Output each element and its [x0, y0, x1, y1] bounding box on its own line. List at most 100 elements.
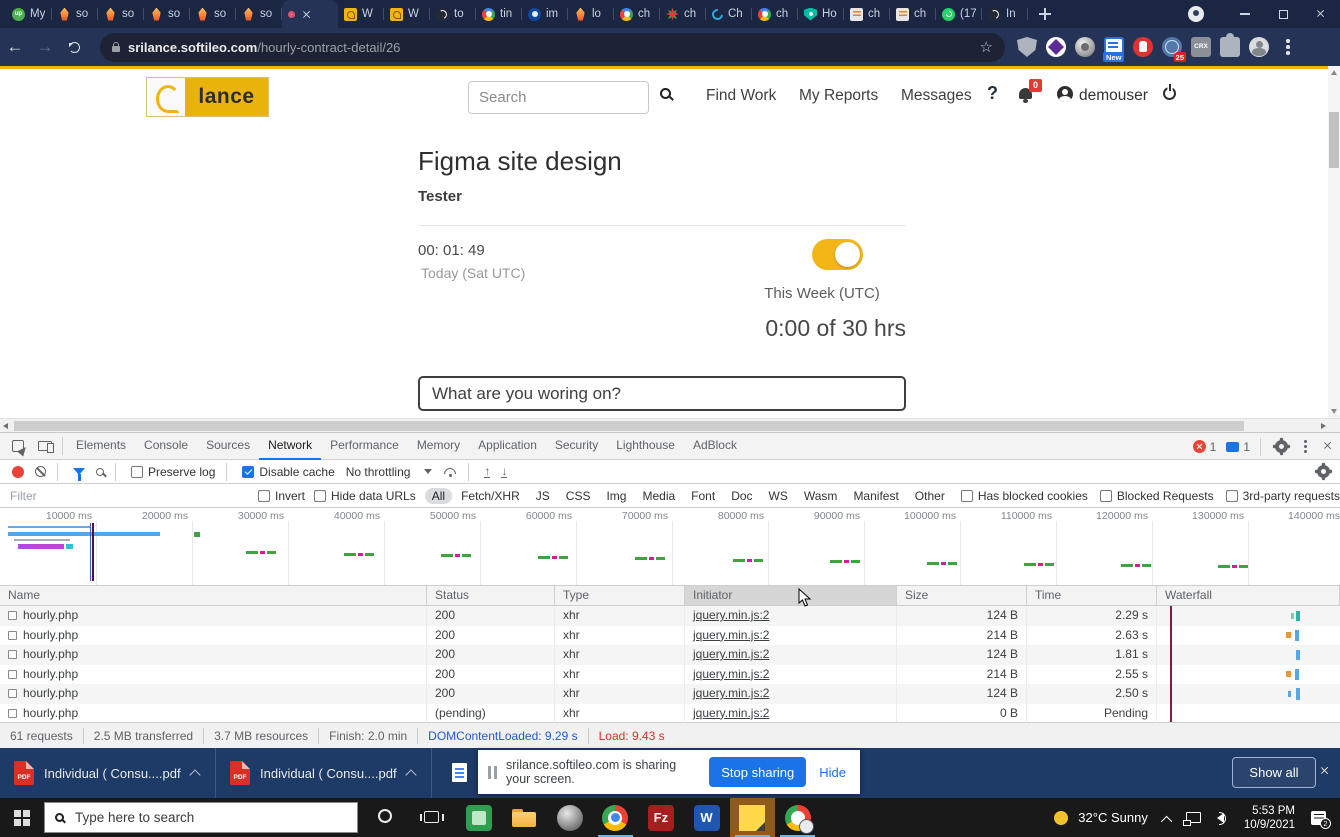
- column-header-time[interactable]: Time: [1027, 586, 1157, 605]
- address-bar[interactable]: srilance.softileo.com/hourly-contract-de…: [100, 33, 1005, 62]
- initiator-link[interactable]: jquery.min.js:2: [693, 606, 769, 625]
- clear-button[interactable]: [35, 466, 46, 477]
- stop-sharing-button[interactable]: Stop sharing: [709, 757, 806, 787]
- purple-orb-extension-icon[interactable]: [1046, 37, 1066, 57]
- column-header-status[interactable]: Status: [427, 586, 555, 605]
- preserve-log-label[interactable]: Preserve log: [148, 465, 215, 479]
- weather-text[interactable]: 32°C Sunny: [1078, 810, 1148, 825]
- filter-chip-media[interactable]: Media: [635, 488, 682, 504]
- error-badge-icon[interactable]: [1193, 440, 1206, 453]
- browser-tab[interactable]: Ch: [706, 0, 752, 28]
- row-checkbox[interactable]: [8, 670, 17, 679]
- volume-icon[interactable]: [1217, 813, 1224, 823]
- 3rd-party-requests-checkbox[interactable]: [1226, 490, 1238, 502]
- site-search-icon[interactable]: [660, 88, 671, 99]
- initiator-link[interactable]: jquery.min.js:2: [693, 665, 769, 684]
- puzzle-extension-icon[interactable]: [1220, 37, 1240, 57]
- table-row[interactable]: hourly.php200xhrjquery.min.js:2214 B2.55…: [0, 665, 1340, 685]
- devtools-tab-network[interactable]: Network: [259, 433, 321, 460]
- filter-chip-wasm[interactable]: Wasm: [797, 488, 845, 504]
- inspect-element-icon[interactable]: [12, 440, 24, 452]
- browser-tab[interactable]: to: [430, 0, 476, 28]
- red-hand-extension-icon[interactable]: [1133, 37, 1153, 57]
- scroll-left-arrow[interactable]: [3, 423, 8, 429]
- browser-tab[interactable]: ch: [890, 0, 936, 28]
- throttling-select[interactable]: No throttling: [346, 465, 433, 479]
- filter-chip-doc[interactable]: Doc: [724, 488, 759, 504]
- devtools-tab-elements[interactable]: Elements: [67, 433, 135, 460]
- invert-checkbox[interactable]: [258, 490, 270, 502]
- filter-chip-other[interactable]: Other: [908, 488, 952, 504]
- browser-tab[interactable]: so: [98, 0, 144, 28]
- row-checkbox[interactable]: [8, 631, 17, 640]
- taskbar-app-chrome-profile[interactable]: [775, 798, 820, 837]
- disable-cache-label[interactable]: Disable cache: [259, 465, 334, 479]
- taskbar-search-input[interactable]: [73, 809, 347, 826]
- initiator-link[interactable]: jquery.min.js:2: [693, 704, 769, 723]
- weather-sun-icon[interactable]: [1054, 811, 1068, 825]
- browser-tab[interactable]: ch: [752, 0, 798, 28]
- taskbar-app-filezilla[interactable]: Fz: [638, 798, 683, 837]
- tab-close-icon[interactable]: [302, 10, 311, 19]
- gray-orb-extension-icon[interactable]: [1075, 37, 1095, 57]
- browser-tab[interactable]: upMy: [6, 0, 52, 28]
- column-header-name[interactable]: Name: [0, 586, 427, 605]
- document-download-icon[interactable]: [452, 763, 467, 782]
- devtools-tab-application[interactable]: Application: [469, 433, 546, 460]
- scroll-up-arrow[interactable]: [1331, 70, 1337, 75]
- browser-tab[interactable]: so: [190, 0, 236, 28]
- table-row[interactable]: hourly.php(pending)xhrjquery.min.js:20 B…: [0, 704, 1340, 724]
- taskbar-search[interactable]: [44, 802, 358, 833]
- table-row[interactable]: hourly.php200xhrjquery.min.js:2124 B2.29…: [0, 606, 1340, 626]
- back-button[interactable]: ←: [0, 37, 30, 57]
- column-header-type[interactable]: Type: [555, 586, 685, 605]
- taskbar-app-app-green[interactable]: [456, 798, 501, 837]
- maximize-button[interactable]: [1264, 0, 1302, 28]
- blue-doc-extension-icon[interactable]: New: [1104, 37, 1124, 57]
- filter-option-label[interactable]: 3rd-party requests: [1243, 489, 1340, 503]
- avatar-extension-icon[interactable]: [1249, 37, 1269, 57]
- devtools-settings-icon[interactable]: [1275, 440, 1288, 453]
- site-logo[interactable]: lance: [146, 77, 269, 117]
- network-tray-icon[interactable]: [1186, 812, 1201, 823]
- column-header-initiator[interactable]: Initiator: [685, 586, 897, 605]
- row-checkbox[interactable]: [8, 689, 17, 698]
- browser-tab[interactable]: ch: [614, 0, 660, 28]
- taskbar-app-chrome[interactable]: [593, 798, 638, 837]
- download-item[interactable]: PDFIndividual ( Consu....pdf: [216, 748, 432, 798]
- help-button[interactable]: ?: [987, 83, 998, 104]
- logout-power-icon[interactable]: [1163, 87, 1176, 100]
- browser-tab[interactable]: In: [982, 0, 1028, 28]
- network-conditions-icon[interactable]: [443, 467, 457, 477]
- taskbar-app-sticky[interactable]: [730, 798, 775, 837]
- devtools-tab-adblock[interactable]: AdBlock: [684, 433, 746, 460]
- initiator-link[interactable]: jquery.min.js:2: [693, 684, 769, 703]
- export-har-icon[interactable]: ↓: [501, 465, 507, 479]
- initiator-link[interactable]: jquery.min.js:2: [693, 626, 769, 645]
- downloads-close-icon[interactable]: [1320, 766, 1332, 778]
- disable-cache-checkbox[interactable]: [242, 466, 254, 478]
- devtools-tab-security[interactable]: Security: [546, 433, 607, 460]
- device-toolbar-icon[interactable]: [38, 441, 52, 451]
- filter-chip-css[interactable]: CSS: [559, 488, 598, 504]
- user-avatar-icon[interactable]: [1057, 86, 1073, 102]
- filter-chip-ws[interactable]: WS: [762, 488, 795, 504]
- shield-extension-icon[interactable]: [1017, 37, 1037, 57]
- record-button[interactable]: [12, 466, 24, 478]
- browser-tab[interactable]: Ho: [798, 0, 844, 28]
- site-search-input[interactable]: [468, 81, 649, 114]
- download-caret-icon[interactable]: [405, 769, 416, 780]
- has-blocked-cookies-checkbox[interactable]: [961, 490, 973, 502]
- column-header-waterfall[interactable]: Waterfall: [1157, 586, 1340, 605]
- network-overview-timeline[interactable]: 10000 ms20000 ms30000 ms40000 ms50000 ms…: [0, 508, 1340, 586]
- network-search-icon[interactable]: [96, 468, 104, 476]
- task-input[interactable]: [418, 376, 906, 411]
- bookmark-star-icon[interactable]: ☆: [980, 38, 993, 56]
- minimize-button[interactable]: [1226, 0, 1264, 28]
- taskbar-app-folder[interactable]: [502, 798, 547, 837]
- browser-tab[interactable]: [282, 0, 338, 28]
- taskbar-app-gray-orb[interactable]: [547, 798, 592, 837]
- scroll-right-arrow[interactable]: [1321, 423, 1326, 429]
- globe-extension-icon[interactable]: 25: [1162, 37, 1182, 57]
- devtools-tab-lighthouse[interactable]: Lighthouse: [607, 433, 684, 460]
